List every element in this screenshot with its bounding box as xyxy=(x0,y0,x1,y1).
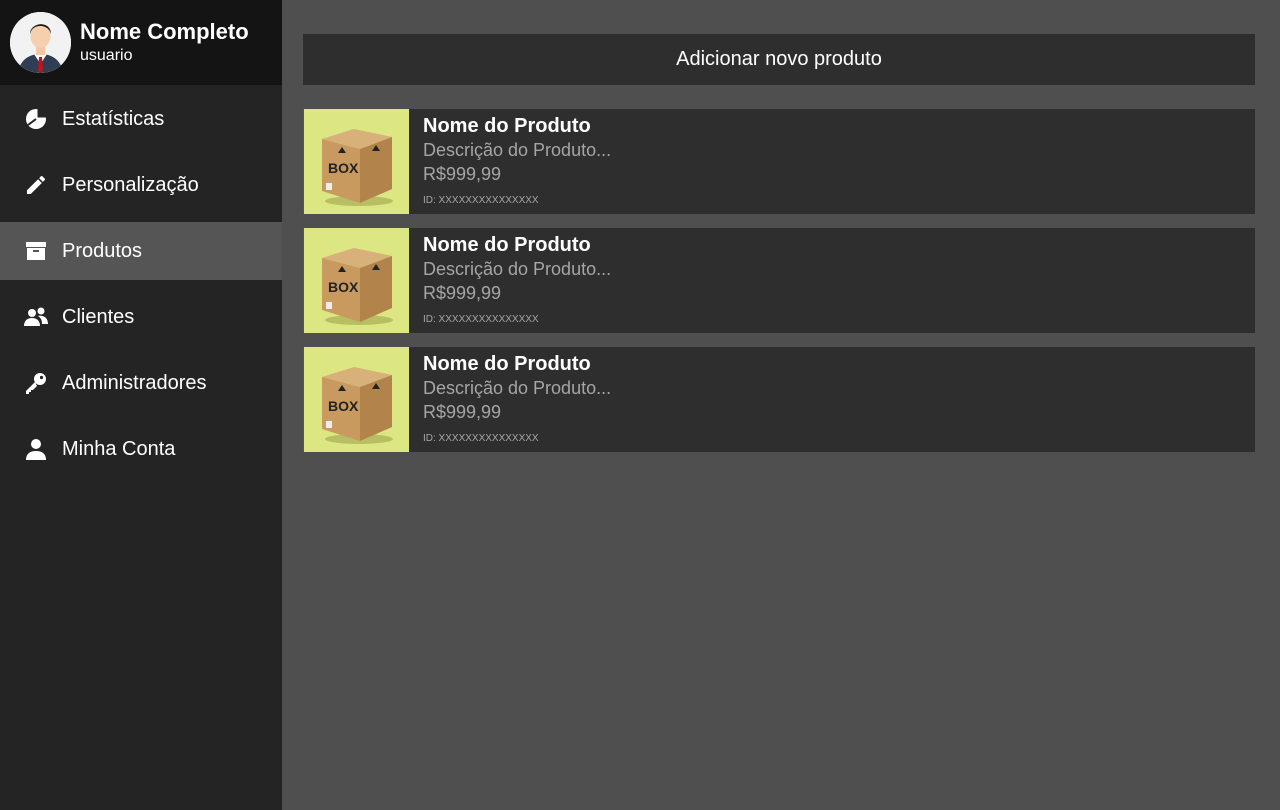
box-label: BOX xyxy=(328,398,359,414)
profile-header[interactable]: Nome Completo usuario xyxy=(0,0,282,85)
sidebar-item-minha-conta[interactable]: Minha Conta xyxy=(0,420,282,478)
product-price: R$999,99 xyxy=(423,402,502,422)
archive-icon xyxy=(24,239,48,263)
product-name: Nome do Produto xyxy=(423,353,591,375)
main-content: Adicionar novo produto BOX Nome do Produ… xyxy=(282,0,1280,810)
product-price: R$999,99 xyxy=(423,283,502,303)
sidebar-item-produtos[interactable]: Produtos xyxy=(0,222,282,280)
box-label: BOX xyxy=(328,160,359,176)
product-list: BOX Nome do Produto Descrição do Produto… xyxy=(303,109,1255,466)
profile-username: usuario xyxy=(80,47,133,64)
sidebar-item-label: Administradores xyxy=(62,371,207,394)
sidebar-item-estatisticas[interactable]: Estatísticas xyxy=(0,90,282,148)
app-root: Nome Completo usuario Estatísticas Perso… xyxy=(0,0,1280,810)
sidebar-item-administradores[interactable]: Administradores xyxy=(0,354,282,412)
key-icon xyxy=(24,371,48,395)
product-id: ID: XXXXXXXXXXXXXXX xyxy=(423,314,539,325)
product-description: Descrição do Produto... xyxy=(423,259,612,279)
product-price: R$999,99 xyxy=(423,164,502,184)
pencil-icon xyxy=(24,173,48,197)
product-name: Nome do Produto xyxy=(423,115,591,137)
add-product-button[interactable]: Adicionar novo produto xyxy=(303,34,1255,85)
product-image: BOX xyxy=(303,109,409,214)
product-description: Descrição do Produto... xyxy=(423,378,612,398)
avatar xyxy=(10,12,71,73)
sidebar-item-label: Clientes xyxy=(62,305,135,328)
user-icon xyxy=(24,437,48,461)
product-card[interactable]: BOX Nome do Produto Descrição do Produto… xyxy=(303,347,1255,452)
sidebar: Nome Completo usuario Estatísticas Perso… xyxy=(0,0,282,810)
sidebar-item-label: Produtos xyxy=(62,239,143,262)
product-name: Nome do Produto xyxy=(423,234,591,256)
pie-chart-icon xyxy=(24,107,48,131)
product-description: Descrição do Produto... xyxy=(423,140,612,160)
sidebar-item-clientes[interactable]: Clientes xyxy=(0,288,282,346)
sidebar-item-personalizacao[interactable]: Personalização xyxy=(0,156,282,214)
product-card[interactable]: BOX Nome do Produto Descrição do Produto… xyxy=(303,228,1255,333)
product-card[interactable]: BOX Nome do Produto Descrição do Produto… xyxy=(303,109,1255,214)
users-icon xyxy=(24,305,48,329)
sidebar-nav: Estatísticas Personalização Produtos Cli… xyxy=(0,90,282,478)
product-image: BOX xyxy=(303,347,409,452)
sidebar-item-label: Personalização xyxy=(62,173,199,196)
product-image: BOX xyxy=(303,228,409,333)
sidebar-item-label: Minha Conta xyxy=(62,437,176,460)
product-id: ID: XXXXXXXXXXXXXXX xyxy=(423,195,539,206)
profile-name: Nome Completo xyxy=(80,19,249,44)
sidebar-item-label: Estatísticas xyxy=(62,107,165,130)
product-id: ID: XXXXXXXXXXXXXXX xyxy=(423,433,539,444)
box-label: BOX xyxy=(328,279,359,295)
